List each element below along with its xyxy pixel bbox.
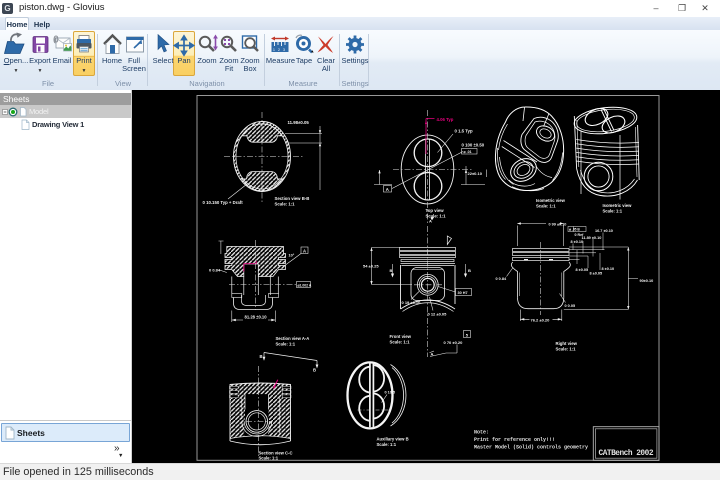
svg-text:10°: 10° [289,254,295,258]
svg-text:Right view: Right view [556,341,578,346]
svg-text:A: A [429,219,432,224]
svg-text:0 19 ±0.10: 0 19 ±0.10 [402,300,422,305]
svg-text:8 ±0.05: 8 ±0.05 [590,271,603,275]
svg-text:A: A [386,187,389,192]
svg-text:8 ±0.10: 8 ±0.10 [571,240,584,244]
svg-text:A: A [303,248,306,253]
svg-text:0 99 ±0.10: 0 99 ±0.10 [549,222,567,226]
svg-text:B: B [468,268,471,273]
svg-text:76.2 ±0.20: 76.2 ±0.20 [531,317,551,322]
svg-text:Section view B-B: Section view B-B [275,196,310,201]
svg-text:30 H7: 30 H7 [458,291,468,295]
svg-text:11.89 ±0.10: 11.89 ±0.10 [582,236,602,240]
svg-text:22±0.10: 22±0.10 [468,171,483,176]
svg-text:1: 1 [273,48,275,52]
svg-text:Scale: 1:1: Scale: 1:1 [259,456,279,461]
svg-text:B: B [313,368,316,373]
svg-text:0 0.84: 0 0.84 [209,268,221,273]
svg-text:Master Model (Solid) controls: Master Model (Solid) controls geometry [474,445,588,451]
svg-text:0 0.84: 0 0.84 [496,277,507,281]
svg-text:Scale: 1:1: Scale: 1:1 [275,202,296,207]
svg-text:CATBench 2002: CATBench 2002 [599,450,654,458]
svg-text:8 ±0.10: 8 ±0.10 [602,267,615,271]
svg-text:⌀1.002 A: ⌀1.002 A [298,284,312,288]
svg-text:81.28 ±0.10: 81.28 ±0.10 [245,315,268,320]
svg-text:5: 5 [466,332,469,337]
svg-text:B: B [390,268,393,273]
svg-text:0 100 ±0.50: 0 100 ±0.50 [462,143,485,148]
svg-text:0 70 ±0.20: 0 70 ±0.20 [444,340,464,345]
svg-text:2: 2 [278,48,280,52]
svg-text:Front view: Front view [390,334,412,339]
svg-text:0 10.5: 0 10.5 [385,391,396,395]
svg-text:Scale: 1:1: Scale: 1:1 [377,442,397,447]
svg-text:Isometric view: Isometric view [603,203,633,208]
svg-text:16.7 ±0.10: 16.7 ±0.10 [595,229,613,233]
svg-text:90±0.10: 90±0.10 [640,279,654,283]
svg-text:Note:: Note: [474,430,489,436]
svg-text:Section view A-A: Section view A-A [276,336,310,341]
svg-text:Scale: 1:1: Scale: 1:1 [603,209,623,214]
svg-text:Scale: 1:1: Scale: 1:1 [556,347,577,352]
svg-text:3: 3 [283,48,285,52]
svg-text:0 0.05: 0 0.05 [565,304,576,308]
svg-text:A: A [431,352,434,357]
svg-text:Scale: 1:1: Scale: 1:1 [536,204,556,209]
svg-text:11.98±0.05: 11.98±0.05 [288,120,310,125]
svg-text:Scale: 1:1: Scale: 1:1 [390,340,411,345]
svg-text:⌀ .01: ⌀ .01 [464,150,472,154]
svg-text:B: B [260,354,263,359]
svg-text:Auxiliary view B: Auxiliary view B [377,437,409,442]
svg-text:0 10.150 Typ + Draft: 0 10.150 Typ + Draft [203,200,244,205]
svg-text:Top view: Top view [426,208,445,213]
svg-text:0 1.5 Typ: 0 1.5 Typ [455,129,473,134]
svg-text:0 12 ±0.05: 0 12 ±0.05 [428,311,448,316]
svg-text:54 ±0.25: 54 ±0.25 [363,263,379,268]
svg-text:Scale: 1:1: Scale: 1:1 [276,342,296,347]
svg-text:4.06 Typ: 4.06 Typ [437,117,454,122]
svg-text:Print for reference only!!!: Print for reference only!!! [474,437,555,443]
svg-text:8 ±0.05: 8 ±0.05 [576,268,589,272]
svg-text:Isometric view: Isometric view [536,198,566,203]
svg-text:⌀ .05 B: ⌀ .05 B [569,228,580,232]
